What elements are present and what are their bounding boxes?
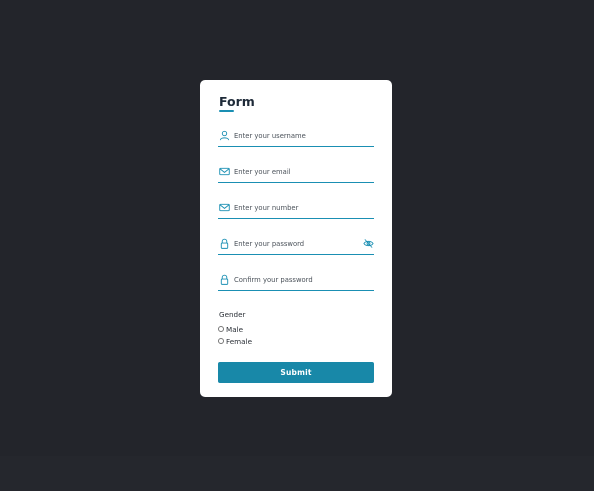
- gender-radio-male[interactable]: [218, 326, 224, 332]
- title-underline: [219, 110, 234, 112]
- submit-button[interactable]: Submit: [218, 362, 374, 383]
- email-field: [218, 164, 374, 183]
- gender-radio-female[interactable]: [218, 338, 224, 344]
- confirm-password-field: [218, 272, 374, 291]
- eye-slash-icon[interactable]: [363, 238, 374, 249]
- username-field: [218, 128, 374, 147]
- user-icon: [219, 130, 230, 141]
- gender-option-female[interactable]: Female: [218, 337, 252, 347]
- password-input[interactable]: [234, 236, 362, 251]
- envelope-icon: [219, 167, 230, 176]
- confirm-password-input[interactable]: [234, 272, 362, 287]
- username-input[interactable]: [234, 128, 362, 143]
- form-card: Form Enter your username Enter your emai…: [200, 80, 392, 397]
- email-input[interactable]: [234, 164, 362, 179]
- lock-icon: [220, 238, 229, 249]
- gender-label: Gender: [219, 310, 246, 319]
- gender-option-label: Male: [226, 325, 244, 334]
- lock-icon: [220, 274, 229, 285]
- form-title: Form: [219, 94, 255, 109]
- password-field: [218, 236, 374, 255]
- number-input[interactable]: [234, 200, 362, 215]
- gender-option-label: Female: [226, 337, 252, 346]
- number-field: [218, 200, 374, 219]
- envelope-icon: [219, 203, 230, 212]
- background-bottom-strip: [0, 456, 594, 491]
- gender-option-male[interactable]: Male: [218, 325, 243, 335]
